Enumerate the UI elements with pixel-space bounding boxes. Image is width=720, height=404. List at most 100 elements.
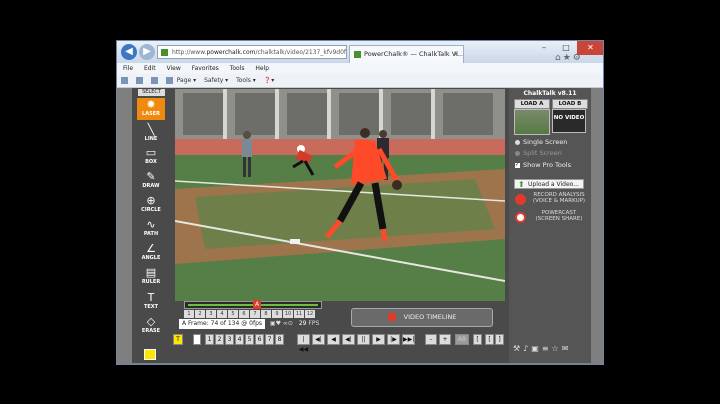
split-screen-radio-icon: [515, 150, 520, 156]
angle-icon: ∠: [146, 242, 156, 255]
split-screen-option[interactable]: Split Screen: [515, 149, 562, 157]
path-label: PATH: [143, 231, 159, 237]
mail-icon[interactable]: [150, 77, 158, 84]
menu-edit[interactable]: Edit: [144, 65, 156, 72]
frame-button[interactable]: 12: [305, 310, 315, 318]
step-back-button[interactable]: ◀|: [312, 334, 325, 345]
menu-view[interactable]: View: [167, 65, 181, 72]
angle-tool-button[interactable]: ∠ ANGLE: [137, 242, 165, 264]
playback-controls: T 1 2 3 4 5 6 7 8 |◀◀ ◀| ◀ ◀| || ▶ |▶ ▶▶…: [173, 334, 504, 353]
video-timeline-button[interactable]: VIDEO TIMELINE: [351, 308, 493, 327]
line-tool-button[interactable]: ╲ LINE: [137, 123, 165, 145]
text-tool-button[interactable]: T TEXT: [137, 291, 165, 313]
frame-button[interactable]: 11: [294, 310, 304, 318]
slot-button[interactable]: 4: [235, 334, 244, 345]
help-menu[interactable]: ❓▾: [264, 77, 274, 84]
color-swatch[interactable]: [144, 349, 156, 360]
frame-buttons: 1 2 3 4 5 6 7 8 9 10 11 12: [184, 310, 322, 318]
home-favorites-settings-icons[interactable]: ⌂★⚙: [555, 53, 583, 63]
menu-favorites[interactable]: Favorites: [192, 65, 219, 72]
home-icon[interactable]: [121, 77, 128, 84]
slot-button[interactable]: 8: [275, 334, 284, 345]
slot-button[interactable]: 5: [245, 334, 254, 345]
safety-menu[interactable]: Safety ▾: [204, 77, 228, 84]
tab-close-icon[interactable]: ×: [453, 46, 459, 62]
skip-start-button[interactable]: |◀◀: [297, 334, 310, 353]
show-pro-tools-option[interactable]: ✓ Show Pro Tools: [515, 161, 571, 169]
video-player[interactable]: [175, 89, 505, 301]
draw-label: DRAW: [142, 183, 160, 189]
text-icon: T: [147, 291, 155, 304]
heart-infinity-icons[interactable]: ▣♥ ∞⊙: [270, 320, 293, 327]
menu-help[interactable]: Help: [255, 65, 269, 72]
slot-button[interactable]: 2: [215, 334, 224, 345]
frame-button[interactable]: 1: [184, 310, 194, 318]
slot-button[interactable]: 7: [265, 334, 274, 345]
address-bar[interactable]: http://www.powerchalk.com/chalktalk/vide…: [157, 45, 347, 59]
video-a-thumbnail[interactable]: [514, 109, 550, 135]
frame-button[interactable]: 4: [217, 310, 227, 318]
record-icon: [515, 194, 526, 205]
ruler-tool-button[interactable]: ▤ RULER: [137, 266, 165, 288]
frame-button[interactable]: 5: [228, 310, 238, 318]
browser-tab[interactable]: PowerChalk® — ChalkTalk Vi... ×: [349, 45, 464, 63]
path-tool-button[interactable]: ∿ PATH: [137, 218, 165, 240]
tools-mic-camera-icons[interactable]: ⚒♪▣≡☆✉: [513, 344, 589, 353]
frame-button[interactable]: 9: [272, 310, 282, 318]
tools-menu[interactable]: Tools ▾: [236, 77, 256, 84]
menu-file[interactable]: File: [123, 65, 133, 72]
ab-button[interactable]: AB: [455, 334, 469, 345]
line-label: LINE: [144, 136, 158, 142]
bracket-in-button[interactable]: [: [485, 334, 494, 345]
bracket-button[interactable]: [: [473, 334, 482, 345]
pause-button[interactable]: ||: [357, 334, 370, 345]
play-button[interactable]: ▶: [372, 334, 385, 345]
text-toggle-button[interactable]: T: [173, 334, 183, 345]
url-domain: powerchalk.com: [206, 49, 256, 56]
timeline-scrubber[interactable]: A: [184, 300, 322, 309]
frame-button[interactable]: 6: [239, 310, 249, 318]
menu-tools[interactable]: Tools: [230, 65, 245, 72]
skip-end-button[interactable]: ▶▶|: [402, 334, 415, 345]
load-a-button[interactable]: LOAD A: [514, 99, 550, 109]
upload-video-button[interactable]: ⬆ Upload a Video...: [514, 179, 584, 189]
print-icon[interactable]: [165, 77, 173, 84]
zoom-out-button[interactable]: –: [425, 334, 437, 345]
forward-button[interactable]: ▶: [139, 44, 155, 60]
site-favicon-icon: [161, 49, 168, 56]
record-analysis-button[interactable]: RECORD ANALYSIS (VOICE & MARKUP): [515, 192, 591, 208]
slot-button[interactable]: 3: [225, 334, 234, 345]
video-b-thumbnail[interactable]: NO VIDEO: [552, 109, 586, 133]
path-icon: ∿: [146, 218, 156, 231]
frame-button[interactable]: 3: [206, 310, 216, 318]
feeds-icon[interactable]: [135, 77, 143, 84]
play-reverse-button[interactable]: ◀: [327, 334, 340, 345]
frame-button[interactable]: 2: [195, 310, 205, 318]
slot-toggle[interactable]: [193, 334, 201, 345]
box-tool-button[interactable]: ▭ BOX: [137, 146, 165, 168]
powercast-button[interactable]: POWERCAST (SCREEN SHARE): [515, 210, 591, 226]
video-timeline-label: VIDEO TIMELINE: [403, 313, 457, 321]
circle-tool-button[interactable]: ⊕ CIRCLE: [137, 194, 165, 216]
frame-button[interactable]: 10: [283, 310, 293, 318]
frame-back-button[interactable]: ◀|: [342, 334, 355, 345]
zoom-in-button[interactable]: +: [439, 334, 451, 345]
load-b-button[interactable]: LOAD B: [552, 99, 588, 109]
single-screen-option[interactable]: Single Screen: [515, 138, 567, 146]
minimize-button[interactable]: –: [533, 41, 555, 55]
frame-button[interactable]: 7: [250, 310, 260, 318]
upload-arrow-icon: ⬆: [518, 180, 525, 189]
step-forward-button[interactable]: |▶: [387, 334, 400, 345]
timeline-marker-a[interactable]: A: [253, 300, 261, 309]
bracket-out-button[interactable]: ]: [495, 334, 504, 345]
draw-tool-button[interactable]: ✎ DRAW: [137, 170, 165, 192]
laser-tool-button[interactable]: ✸ LASER: [137, 98, 165, 120]
slot-button[interactable]: 6: [255, 334, 264, 345]
back-button[interactable]: ◀: [121, 44, 137, 60]
select-tool-button[interactable]: SELECT: [138, 89, 165, 96]
page-menu[interactable]: Page ▾: [177, 77, 196, 84]
page-scrollbar[interactable]: [593, 88, 603, 364]
frame-button[interactable]: 8: [261, 310, 271, 318]
slot-button[interactable]: 1: [205, 334, 214, 345]
erase-tool-button[interactable]: ◇ ERASE: [137, 315, 165, 337]
